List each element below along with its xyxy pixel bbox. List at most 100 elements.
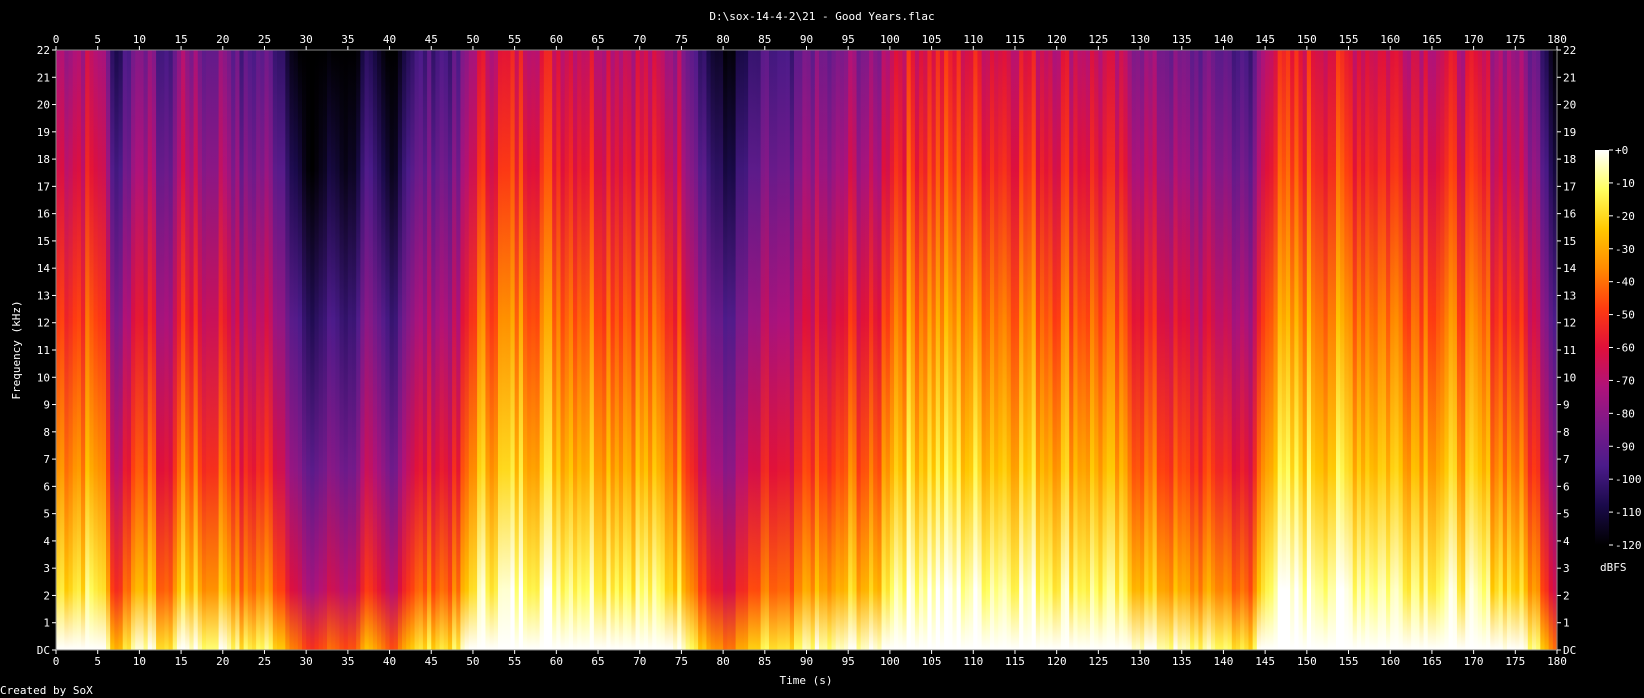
spectrogram-column [944, 50, 949, 650]
spectrogram-column [1473, 50, 1479, 650]
spectrogram-column [485, 50, 491, 650]
x-tick-label: 145 [1255, 655, 1275, 668]
spectrogram-column [1010, 50, 1016, 650]
spectrogram-column [656, 50, 662, 650]
spectrogram-column [181, 50, 186, 650]
spectrogram-column [1285, 50, 1291, 650]
spectrogram-column [789, 50, 795, 650]
spectrogram-column [1290, 50, 1295, 650]
spectrogram-column [1260, 50, 1266, 650]
spectrogram-column [135, 50, 140, 650]
spectrogram-column [643, 50, 649, 650]
spectrogram-column [1386, 50, 1391, 650]
spectrogram-column [1140, 50, 1145, 650]
x-tick-label: 15 [174, 655, 187, 668]
spectrogram-column [497, 50, 503, 650]
spectrogram-column [218, 50, 224, 650]
spectrogram-column [206, 50, 211, 650]
x-tick-label: 45 [425, 33, 438, 46]
spectrogram-column [1231, 50, 1237, 650]
spectrogram-column [985, 50, 991, 650]
spectrogram-column [764, 50, 770, 650]
spectrogram-column [1060, 50, 1066, 650]
spectrogram-column [1494, 50, 1500, 650]
y-tick-label: 9 [43, 399, 50, 412]
spectrogram-column [1381, 50, 1387, 650]
spectrogram-column [981, 50, 987, 650]
y-axis-right: DC12345678910111213141516171819202122 [1557, 44, 1577, 657]
colorbar-tick-label: -50 [1615, 309, 1635, 322]
spectrogram-column [577, 50, 582, 650]
spectrogram-column [627, 50, 632, 650]
x-tick-label: 30 [300, 33, 313, 46]
spectrogram-column [814, 50, 820, 650]
spectrogram-column [1481, 50, 1487, 650]
spectrogram-column [527, 50, 532, 650]
colorbar-tick-label: -30 [1615, 243, 1635, 256]
x-tick-label: 145 [1255, 33, 1275, 46]
x-tick-label: 110 [963, 33, 983, 46]
spectrogram-column [514, 50, 520, 650]
spectrogram-column [1411, 50, 1416, 650]
x-tick-label: 35 [341, 33, 354, 46]
spectrogram-column [1402, 50, 1408, 650]
spectrogram-column [806, 50, 812, 650]
colorbar-tick-label: -80 [1615, 407, 1635, 420]
x-tick-label: 95 [842, 33, 855, 46]
x-tick-label: 70 [633, 655, 646, 668]
spectrogram-column [1490, 50, 1496, 650]
spectrogram-column [623, 50, 628, 650]
spectrogram-column [835, 50, 841, 650]
spectrogram-column [552, 50, 557, 650]
spectrogram-column [472, 50, 478, 650]
colorbar-tick-label: -90 [1615, 440, 1635, 453]
spectrogram-column [810, 50, 816, 650]
spectrogram-column [1523, 50, 1529, 650]
x-tick-label: 40 [383, 655, 396, 668]
x-tick-label: 45 [425, 655, 438, 668]
spectrogram-column [352, 50, 357, 650]
spectrogram-column [573, 50, 578, 650]
spectrogram-column [1298, 50, 1304, 650]
spectrogram-column [1423, 50, 1429, 650]
spectrogram-column [1331, 50, 1337, 650]
spectrogram-column [539, 50, 545, 650]
spectrogram-column [414, 50, 420, 650]
spectrogram-column [331, 50, 336, 650]
spectrogram-column [214, 50, 220, 650]
spectrogram-column [664, 50, 670, 650]
spectrogram-column [718, 50, 724, 650]
spectrogram-column [1419, 50, 1425, 650]
spectrogram-column [435, 50, 441, 650]
x-axis-bottom: 0 5 10 15 20 25 30 35 40 45 50 55 60 65 70 75 80 85 90 95 10… [53, 650, 1567, 668]
spectrogram-column [914, 50, 920, 650]
spectrogram-column [1210, 50, 1216, 650]
spectrogram-column [1190, 50, 1195, 650]
spectrogram-column [1173, 50, 1179, 650]
x-tick-label: 105 [922, 33, 942, 46]
y-tick-label: 2 [43, 589, 50, 602]
spectrogram-column [693, 50, 699, 650]
spectrogram-column [1390, 50, 1395, 650]
spectrogram-column [81, 50, 86, 650]
spectrogram-column [1256, 50, 1262, 650]
x-tick-label: 170 [1464, 33, 1484, 46]
y-axis-left: DC12345678910111213141516171819202122 [37, 44, 56, 657]
spectrogram-column [668, 50, 674, 650]
spectrogram-column [1223, 50, 1229, 650]
y-tick-label: 19 [37, 126, 50, 139]
spectrogram-column [1448, 50, 1454, 650]
colorbar-tick-label: -40 [1615, 276, 1635, 289]
y-tick-label: 13 [1563, 289, 1576, 302]
spectrogram-column [147, 50, 153, 650]
spectrogram-column [201, 50, 207, 650]
x-tick-label: 35 [341, 655, 354, 668]
x-tick-label: 5 [94, 33, 101, 46]
spectrogram-column [231, 50, 236, 650]
colorbar [1595, 150, 1609, 545]
spectrogram-column [706, 50, 712, 650]
spectrogram-column [447, 50, 453, 650]
spectrogram-column [1436, 50, 1441, 650]
spectrogram-column [1477, 50, 1483, 650]
spectrogram-column [935, 50, 941, 650]
